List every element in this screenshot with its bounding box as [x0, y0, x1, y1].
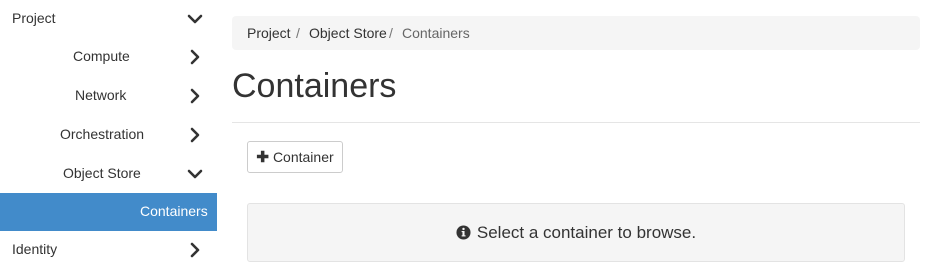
sidebar-item-object-store[interactable]: Object Store [0, 155, 217, 193]
sidebar-item-label: Project [12, 10, 56, 26]
chevron-right-icon [190, 242, 200, 258]
sidebar-item-identity[interactable]: Identity [0, 231, 217, 269]
sidebar-item-orchestration[interactable]: Orchestration [0, 116, 217, 154]
breadcrumb-item-containers: Containers [402, 25, 470, 41]
sidebar-item-project[interactable]: Project [0, 0, 217, 38]
breadcrumb-item-project[interactable]: Project [247, 16, 291, 50]
chevron-right-icon [190, 127, 200, 143]
sidebar-item-containers[interactable]: Containers [0, 193, 217, 231]
chevron-right-icon [190, 49, 200, 65]
breadcrumb-separator: / [296, 25, 300, 41]
sidebar-item-label: Identity [12, 241, 58, 257]
sidebar-item-network[interactable]: Network [0, 77, 217, 115]
chevron-right-icon [190, 88, 200, 104]
breadcrumb-item-object-store[interactable]: Object Store [309, 16, 387, 50]
chevron-down-icon [187, 14, 203, 24]
sidebar: Project Compute Network Orchestration Ob… [0, 0, 217, 268]
add-container-button[interactable]: ✚ Container [247, 141, 343, 173]
chevron-down-icon [187, 169, 203, 179]
divider [232, 122, 920, 123]
page-title: Containers [232, 67, 397, 105]
sidebar-item-label: Compute [73, 48, 130, 64]
sidebar-item-label: Network [75, 87, 127, 103]
sidebar-item-label: Orchestration [60, 126, 145, 142]
sidebar-item-label: Containers [140, 203, 208, 219]
add-container-button-label: Container [272, 149, 334, 165]
sidebar-item-compute[interactable]: Compute [0, 38, 217, 76]
plus-icon: ✚ [256, 148, 269, 166]
empty-state-message: Select a container to browse. [247, 203, 905, 262]
breadcrumb: Project / Object Store / Containers [232, 16, 920, 50]
sidebar-item-label: Object Store [63, 165, 141, 181]
info-circle-icon [456, 225, 471, 240]
empty-state-text: Select a container to browse. [476, 222, 697, 242]
breadcrumb-separator: / [389, 25, 393, 41]
